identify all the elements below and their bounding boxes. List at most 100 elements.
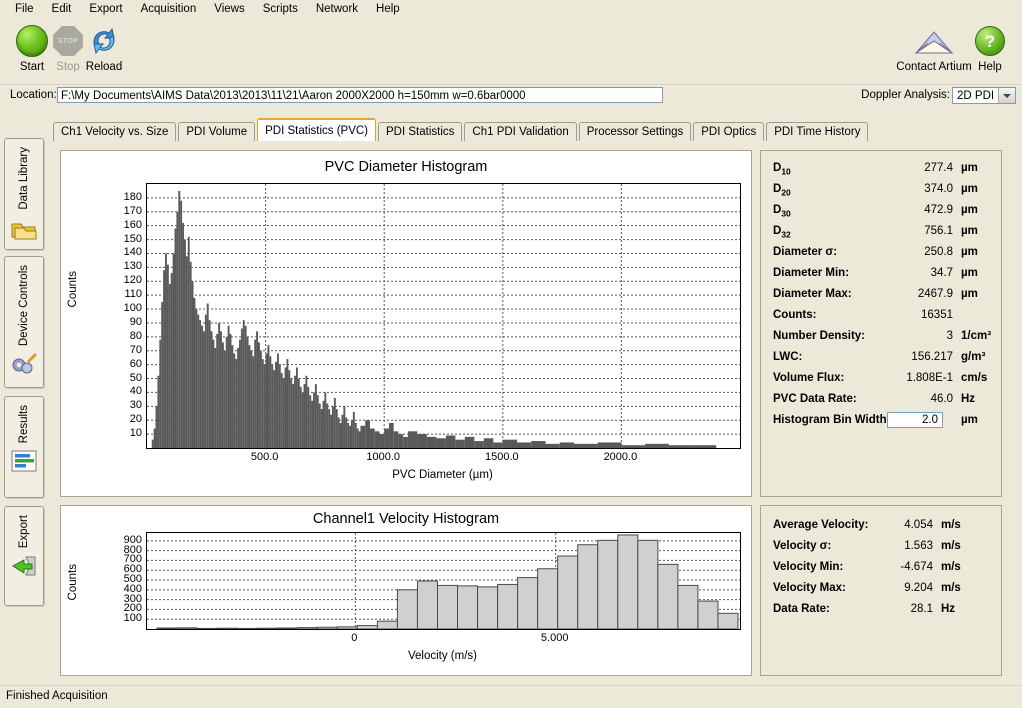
chart-bar <box>379 434 384 448</box>
chart-bar <box>247 337 249 448</box>
stat-value: 472.9 <box>881 204 953 216</box>
stat-unit: Hz <box>961 393 975 405</box>
sidebar-item-label: Results <box>18 405 30 443</box>
menu-item-scripts[interactable]: Scripts <box>254 1 307 17</box>
diameter-stat-row: D30472.9µm <box>761 201 1001 222</box>
chart-canvas <box>147 184 740 448</box>
histogram-bin-width-input[interactable]: 2.0 <box>887 412 943 428</box>
chart-bar <box>184 240 186 448</box>
stat-value: 3 <box>881 330 953 342</box>
stat-unit: µm <box>961 267 978 279</box>
y-axis-tick-label: 140 <box>106 246 142 258</box>
stat-unit: g/m³ <box>961 351 985 363</box>
x-axis-tick-label: 5.000 <box>541 632 569 644</box>
chart-bar <box>427 437 436 448</box>
sidebar-item-data-library[interactable]: Data Library <box>4 138 44 250</box>
chart-bar <box>176 212 178 448</box>
chart-bar <box>285 367 287 448</box>
doppler-analysis-value: 2D PDI <box>953 90 998 102</box>
chart-bar <box>257 628 277 629</box>
stat-key: Diameter Min: <box>773 267 849 279</box>
menu-item-export[interactable]: Export <box>80 1 131 17</box>
menu-item-network[interactable]: Network <box>307 1 367 17</box>
stat-value: 756.1 <box>881 225 953 237</box>
chart-bar <box>305 376 307 448</box>
stat-unit: Hz <box>941 603 955 615</box>
toolbar: Start STOP Stop Reload <box>0 18 1022 85</box>
menu-item-file[interactable]: File <box>6 1 43 17</box>
chart-bar <box>531 441 545 448</box>
y-axis-tick-label: 120 <box>106 274 142 286</box>
chart-bar <box>237 628 257 629</box>
help-button[interactable]: ? Help <box>962 21 1018 73</box>
chart-bar <box>286 359 288 448</box>
stat-unit: µm <box>961 204 978 216</box>
tab-pdi-optics[interactable]: PDI Optics <box>693 122 764 141</box>
chart-bar <box>237 348 239 448</box>
diameter-stat-row: Counts:16351 <box>761 306 1001 327</box>
stat-unit: µm <box>961 288 978 300</box>
chart-bar <box>273 370 275 448</box>
sidebar-item-export[interactable]: Export <box>4 506 44 606</box>
content-area: Ch1 Velocity vs. Size PDI Volume PDI Sta… <box>45 141 1022 686</box>
chart-bar <box>330 415 332 448</box>
stat-value: 28.1 <box>871 603 933 615</box>
tab-processor-settings[interactable]: Processor Settings <box>579 122 692 141</box>
chart-bar <box>171 273 173 448</box>
menu-item-help[interactable]: Help <box>367 1 409 17</box>
location-input[interactable]: F:\My Documents\AIMS Data\2013\2013\11\2… <box>57 87 663 103</box>
y-axis-tick-label: 170 <box>106 205 142 217</box>
tab-pdi-statistics-pvc[interactable]: PDI Statistics (PVC) <box>257 118 376 141</box>
reload-button[interactable]: Reload <box>72 21 136 73</box>
tab-pdi-volume[interactable]: PDI Volume <box>178 122 255 141</box>
y-axis-tick-label: 150 <box>106 233 142 245</box>
chart-bar <box>297 628 317 629</box>
question-mark-icon: ? <box>962 21 1018 61</box>
sidebar-item-device-controls[interactable]: Device Controls <box>4 256 44 388</box>
sidebar-item-label: Data Library <box>18 147 30 210</box>
chart-bar <box>163 270 165 448</box>
stat-value: 250.8 <box>881 246 953 258</box>
chart-bar <box>250 351 252 448</box>
stat-key: Diameter σ: <box>773 246 837 258</box>
sidebar-item-results[interactable]: Results <box>4 396 44 498</box>
menu-item-edit[interactable]: Edit <box>43 1 81 17</box>
chart-canvas <box>147 533 740 629</box>
chart-bar <box>154 429 156 448</box>
chart-bar <box>169 284 171 448</box>
x-axis-tick-label: 1000.0 <box>366 451 400 463</box>
stat-key-subscript: 10 <box>781 166 790 176</box>
chart-bar <box>618 535 638 629</box>
chart-bar <box>152 440 154 448</box>
chart-bar <box>458 586 478 629</box>
doppler-analysis-label: Doppler Analysis: <box>861 89 950 101</box>
velocity-chart-plot-area[interactable] <box>146 532 741 630</box>
chart-bar <box>260 351 262 448</box>
pvc-chart-plot-area[interactable] <box>146 183 741 449</box>
tab-ch1-velocity-vs-size[interactable]: Ch1 Velocity vs. Size <box>53 122 176 141</box>
chart-bar <box>560 442 574 448</box>
sidebar: Data Library Device Controls Results <box>0 128 45 684</box>
tab-ch1-pdi-validation[interactable]: Ch1 PDI Validation <box>464 122 576 141</box>
tab-pdi-time-history[interactable]: PDI Time History <box>766 122 868 141</box>
diameter-stat-row: Diameter σ:250.8µm <box>761 243 1001 264</box>
tab-pdi-statistics[interactable]: PDI Statistics <box>378 122 462 141</box>
stat-key: D20 <box>773 183 791 197</box>
menu-item-views[interactable]: Views <box>205 1 253 17</box>
menu-item-acquisition[interactable]: Acquisition <box>132 1 206 17</box>
chart-bar <box>220 331 222 448</box>
chart-bar <box>228 326 230 448</box>
y-axis-tick-label: 130 <box>106 260 142 272</box>
doppler-analysis-select[interactable]: 2D PDI <box>952 87 1016 104</box>
chart-bar <box>231 345 233 448</box>
stat-key: Velocity Max: <box>773 582 846 594</box>
diameter-stat-row: Histogram Bin Width:2.0µm <box>761 411 1001 432</box>
chart-bar <box>288 370 290 448</box>
chart-bar <box>365 420 370 448</box>
chart-bar <box>216 334 218 448</box>
stat-key: Diameter Max: <box>773 288 852 300</box>
pvc-chart-y-axis: 1020304050607080901001101201301401501601… <box>106 183 142 447</box>
stat-key: Velocity σ: <box>773 540 831 552</box>
velocity-chart-y-axis: 100200300400500600700800900 <box>106 532 142 628</box>
y-axis-tick-label: 70 <box>106 344 142 356</box>
